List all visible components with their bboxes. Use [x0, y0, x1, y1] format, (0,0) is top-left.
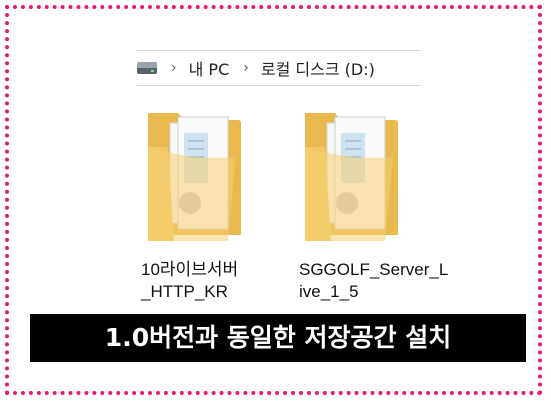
- caption-banner: 1.0버전과 동일한 저장공간 설치: [30, 314, 526, 362]
- folder-item-1[interactable]: 10라이브서버 _HTTP_KR: [140, 105, 250, 301]
- chevron-right-icon: ›: [171, 60, 177, 76]
- breadcrumb-item-my-pc[interactable]: 내 PC: [189, 56, 230, 80]
- folder-item-2[interactable]: SGGOLF_Server_L ive_1_5: [297, 105, 448, 301]
- folder-icon: [148, 113, 241, 241]
- chevron-right-icon: ›: [243, 60, 249, 76]
- breadcrumb-item-local-disk[interactable]: 로컬 디스크 (D:): [261, 56, 375, 80]
- drive-icon[interactable]: [137, 61, 157, 75]
- breadcrumb: › 내 PC › 로컬 디스크 (D:): [137, 50, 421, 86]
- folder-name: 10라이브서버 _HTTP_KR: [141, 260, 239, 301]
- folder-icon: [305, 113, 398, 241]
- folder-name: SGGOLF_Server_L ive_1_5: [299, 260, 449, 301]
